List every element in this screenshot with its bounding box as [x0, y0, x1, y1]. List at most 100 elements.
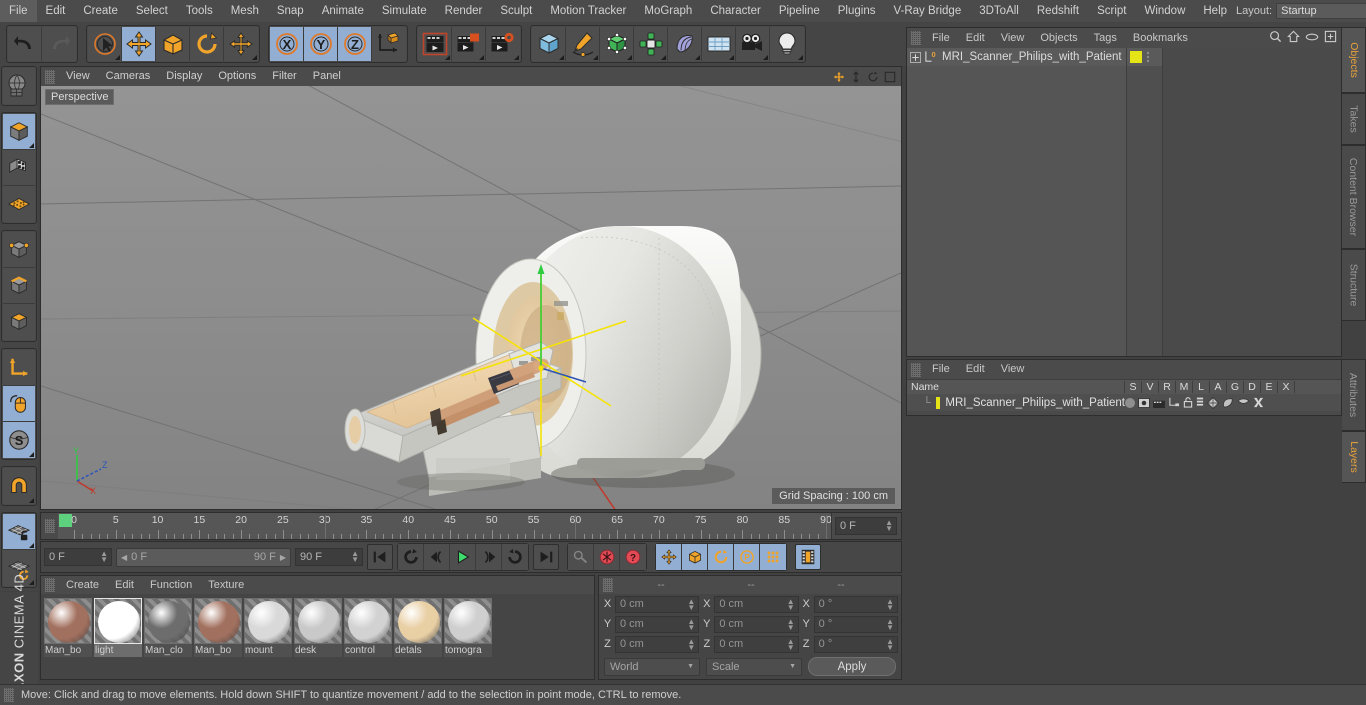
spinner-icon[interactable]: ▲ ▼ — [787, 597, 795, 611]
object-manager-empty-area[interactable] — [1163, 48, 1341, 356]
camera-button[interactable] — [736, 27, 770, 61]
tab-attributes[interactable]: Attributes — [1342, 359, 1366, 431]
material-preview[interactable] — [344, 598, 392, 644]
object-row[interactable]: 0 MRI_Scanner_Philips_with_Patient — [907, 48, 1126, 66]
lock-workplane-icon[interactable] — [3, 514, 35, 550]
material-menu-function[interactable]: Function — [142, 576, 200, 594]
layer-color-swatch[interactable] — [1130, 51, 1142, 63]
points-mode-icon[interactable] — [3, 232, 35, 268]
layer-column-header[interactable]: G — [1227, 381, 1244, 393]
spinner-icon[interactable]: ▲ ▼ — [687, 617, 695, 631]
menu-item-select[interactable]: Select — [127, 0, 177, 22]
spinner-icon[interactable]: ▲ ▼ — [886, 597, 894, 611]
object-menu-file[interactable]: File — [924, 28, 958, 48]
tab-takes[interactable]: Takes — [1342, 93, 1366, 145]
timeline-drag-handle[interactable] — [45, 519, 55, 533]
menu-item-mograph[interactable]: MoGraph — [635, 0, 701, 22]
record-pla-button[interactable]: P — [734, 544, 760, 570]
nurbs-generator-button[interactable] — [600, 27, 634, 61]
menu-item-character[interactable]: Character — [701, 0, 770, 22]
tab-content-browser[interactable]: Content Browser — [1342, 145, 1366, 249]
render-region-button[interactable] — [452, 27, 486, 61]
material-item[interactable]: Man_bo — [194, 598, 242, 657]
menu-item-window[interactable]: Window — [1135, 0, 1194, 22]
spinner-icon[interactable]: ▲ ▼ — [100, 550, 108, 564]
layer-column-header[interactable]: D — [1244, 381, 1261, 393]
rotate-tool[interactable] — [190, 27, 224, 61]
material-preview[interactable] — [394, 598, 442, 644]
material-item[interactable]: light — [94, 598, 142, 657]
layout-dropdown[interactable]: Startup ▼ — [1276, 3, 1366, 19]
step-back-button[interactable] — [424, 544, 450, 570]
material-item[interactable]: detals — [394, 598, 442, 657]
tab-structure[interactable]: Structure — [1342, 249, 1366, 321]
material-menu-edit[interactable]: Edit — [107, 576, 142, 594]
spinner-icon[interactable]: ▲ ▼ — [886, 617, 894, 631]
material-menu-create[interactable]: Create — [58, 576, 107, 594]
menu-item-plugins[interactable]: Plugins — [829, 0, 885, 22]
viewport-canvas[interactable]: Perspective Grid Spacing : 100 cm Y X Z — [41, 86, 901, 509]
viewport-menu-panel[interactable]: Panel — [305, 67, 349, 86]
eye-icon[interactable] — [1305, 32, 1319, 42]
autokey-key-icon[interactable] — [568, 544, 594, 570]
layer-menu-edit[interactable]: Edit — [958, 360, 993, 379]
viewport-drag-handle[interactable] — [45, 69, 55, 84]
axis-y-button[interactable]: Y — [304, 27, 338, 61]
search-icon[interactable] — [1269, 30, 1282, 43]
material-preview[interactable] — [144, 598, 192, 644]
cube-primitive-button[interactable] — [532, 27, 566, 61]
expand-icon[interactable] — [1324, 30, 1337, 43]
coordinate-drag-handle[interactable] — [603, 578, 613, 592]
visible-toggle-icon[interactable] — [1138, 397, 1150, 408]
current-time-marker[interactable] — [59, 514, 72, 527]
rotation-y-input[interactable]: 0 ° ▲ ▼ — [813, 615, 898, 633]
object-menu-objects[interactable]: Objects — [1032, 28, 1085, 48]
layer-column-header[interactable]: A — [1210, 381, 1227, 393]
menu-item-vray-bridge[interactable]: V-Ray Bridge — [884, 0, 970, 22]
deformer-button[interactable] — [668, 27, 702, 61]
viewport-maximize-icon[interactable] — [884, 71, 896, 83]
material-drag-handle[interactable] — [45, 578, 55, 592]
size-mode-dropdown[interactable]: Scale ▼ — [706, 657, 802, 676]
move-tool[interactable] — [122, 27, 156, 61]
menu-item-mesh[interactable]: Mesh — [222, 0, 268, 22]
pen-spline-button[interactable] — [566, 27, 600, 61]
material-preview[interactable] — [194, 598, 242, 644]
layer-color-swatch[interactable] — [935, 396, 941, 409]
layer-column-header[interactable]: S — [1125, 381, 1142, 393]
scale-tool[interactable] — [156, 27, 190, 61]
timeline-ruler[interactable]: 051015202530354045505560657075808590 — [58, 513, 831, 539]
menu-item-render[interactable]: Render — [436, 0, 492, 22]
spinner-icon[interactable]: ▲ ▼ — [687, 597, 695, 611]
material-menu-texture[interactable]: Texture — [200, 576, 252, 594]
size-z-input[interactable]: 0 cm ▲ ▼ — [714, 635, 799, 653]
record-position-button[interactable] — [656, 544, 682, 570]
menu-item-sculpt[interactable]: Sculpt — [491, 0, 541, 22]
menu-item-file[interactable]: File — [0, 0, 37, 22]
layer-menu-view[interactable]: View — [993, 360, 1033, 379]
environment-floor-button[interactable] — [702, 27, 736, 61]
spinner-icon[interactable]: ▲ ▼ — [351, 550, 359, 564]
render-toggle-icon[interactable] — [1153, 398, 1165, 408]
undo-button[interactable] — [8, 27, 42, 61]
spinner-icon[interactable]: ▲ ▼ — [687, 637, 695, 651]
go-to-end-button[interactable] — [533, 544, 559, 570]
edges-mode-icon[interactable] — [3, 268, 35, 304]
object-menu-view[interactable]: View — [993, 28, 1033, 48]
loop-button[interactable] — [502, 544, 528, 570]
record-active-objects-button[interactable] — [594, 544, 620, 570]
home-icon[interactable] — [1287, 30, 1300, 43]
viewport-menu-display[interactable]: Display — [158, 67, 210, 86]
polygons-mode-icon[interactable] — [3, 304, 35, 340]
material-item[interactable]: control — [344, 598, 392, 657]
autokeying-button[interactable]: ? — [620, 544, 646, 570]
tab-objects[interactable]: Objects — [1342, 27, 1366, 93]
spinner-icon[interactable]: ▲ ▼ — [886, 637, 894, 651]
object-menu-bookmarks[interactable]: Bookmarks — [1125, 28, 1196, 48]
apply-button[interactable]: Apply — [808, 657, 896, 676]
previous-keyframe-button[interactable] — [398, 544, 424, 570]
world-axis-icon[interactable] — [3, 350, 35, 386]
magnet-icon[interactable] — [3, 468, 35, 504]
menu-item-simulate[interactable]: Simulate — [373, 0, 436, 22]
deformers-toggle-icon[interactable] — [1222, 397, 1234, 409]
